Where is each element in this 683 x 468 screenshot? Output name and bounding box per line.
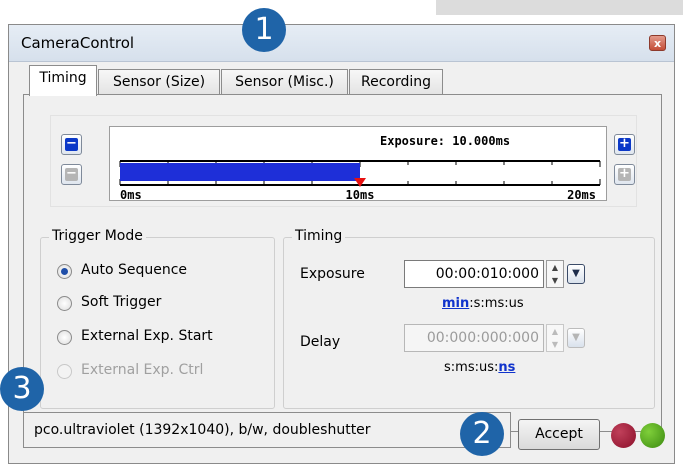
exposure-unit-rest: :s:ms:us [469,296,524,311]
radio-button[interactable] [57,296,72,311]
close-icon: x [653,37,662,50]
decrease-small-button[interactable]: − [61,164,82,185]
exposure-label: Exposure [300,266,365,282]
timing-group: Timing Exposure 00:00:010:000 ▲ ▼ ▼ min:… [283,228,655,409]
tab-label: Recording [360,74,432,90]
spin-down-icon: ▼ [551,340,559,349]
delay-time-input: 00:000:000:000 [404,324,544,352]
radio-label: Auto Sequence [81,262,188,278]
decrease-large-button[interactable]: − [61,134,82,155]
radio-label: External Exp. Start [81,328,213,344]
trigger-mode-title: Trigger Mode [49,228,146,244]
spin-up-icon: ▲ [551,327,559,336]
exposure-unit-dropdown[interactable]: ▼ [567,264,585,284]
delay-spinner: ▲ ▼ [546,324,564,352]
close-button[interactable]: x [649,35,666,51]
exposure-unit-link[interactable]: min [442,296,469,311]
tab-recording[interactable]: Recording [349,69,443,95]
title-bar[interactable]: CameraControl x [9,25,674,62]
spin-down-icon[interactable]: ▼ [547,274,563,287]
chevron-down-icon: ▼ [572,332,580,343]
timing-panel: − − Exposure: 10.000ms 0ms 10ms 20ms + +… [23,94,662,432]
plus-icon: + [618,166,631,181]
exposure-spinner[interactable]: ▲ ▼ [546,260,564,288]
plus-icon: + [618,136,631,151]
tab-timing[interactable]: Timing [29,65,97,96]
delay-unit-format: s:ms:us:ns [444,360,515,375]
callout-marker-2: 2 [460,412,504,456]
callout-marker-1: 1 [242,8,286,52]
scale-tick-label: 10ms [346,188,375,200]
scale-tick-label: 0ms [120,188,142,200]
trigger-mode-group: Trigger Mode Auto Sequence Soft Trigger … [40,228,275,409]
red-status-led [611,423,636,448]
increase-large-button[interactable]: + [614,134,635,155]
chevron-down-icon: ▼ [572,268,580,279]
exposure-unit-format: min:s:ms:us [442,296,524,311]
green-status-led [640,423,665,448]
accept-button[interactable]: Accept [518,419,600,450]
timing-title: Timing [292,228,346,244]
exposure-scale: Exposure: 10.000ms 0ms 10ms 20ms [119,134,601,200]
radio-button[interactable] [57,330,72,345]
spin-up-icon[interactable]: ▲ [547,261,563,274]
scale-tick-label: 20ms [567,188,596,200]
minus-icon: − [65,136,78,151]
callout-marker-3: 3 [0,367,44,411]
tab-sensor-size[interactable]: Sensor (Size) [98,69,220,95]
background-strip [436,0,683,15]
exposure-value-label: Exposure: 10.000ms [380,134,510,148]
delay-unit-rest: s:ms:us: [444,360,499,375]
tab-label: Timing [39,70,87,86]
tab-label: Sensor (Misc.) [235,74,334,90]
exposure-slider[interactable]: Exposure: 10.000ms 0ms 10ms 20ms [109,126,607,201]
delay-label: Delay [300,334,341,350]
radio-label: External Exp. Ctrl [81,362,204,378]
exposure-time-input[interactable]: 00:00:010:000 [404,260,544,288]
radio-button[interactable] [57,264,72,279]
radio-label: Soft Trigger [81,294,162,310]
delay-unit-dropdown: ▼ [567,328,585,348]
tick-label-layer: 0ms 10ms 20ms [120,188,596,200]
radio-button [57,364,72,379]
camera-status-bar: pco.ultraviolet (1392x1040), b/w, double… [23,412,511,448]
increase-small-button[interactable]: + [614,164,635,185]
minus-icon: − [65,166,78,181]
tab-sensor-misc[interactable]: Sensor (Misc.) [221,69,348,95]
window-title: CameraControl [21,34,135,52]
tab-label: Sensor (Size) [112,74,206,90]
exposure-slider-group: − − Exposure: 10.000ms 0ms 10ms 20ms + + [50,115,637,207]
delay-unit-link[interactable]: ns [498,360,515,375]
exposure-bar [120,163,360,181]
camera-control-window: CameraControl x Timing Sensor (Size) Sen… [8,24,675,464]
